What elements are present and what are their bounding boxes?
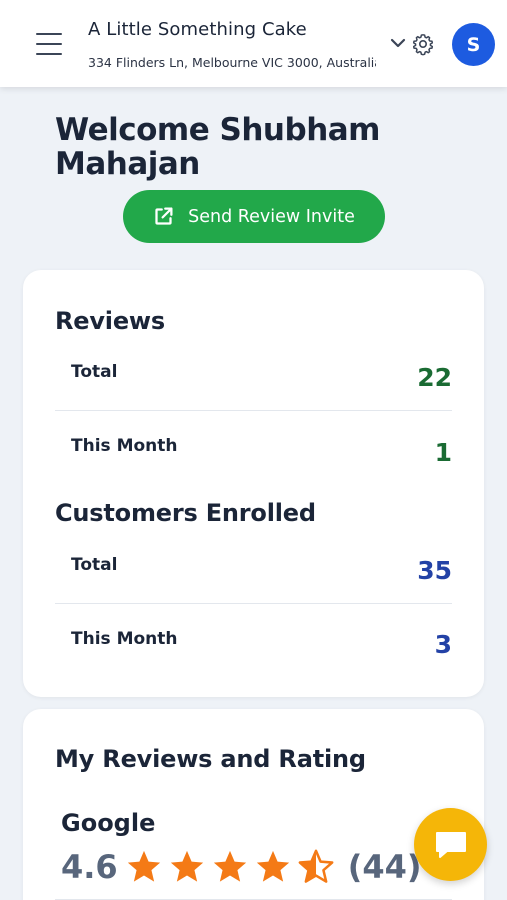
reviews-month-label: This Month	[71, 436, 178, 456]
customers-month-label: This Month	[71, 629, 178, 649]
star-rating	[124, 848, 336, 886]
reviews-total-label: Total	[71, 362, 118, 382]
business-name[interactable]: A Little Something Cake	[88, 19, 307, 40]
external-link-icon	[155, 207, 173, 225]
chat-icon	[435, 831, 466, 858]
app-header: A Little Something Cake 334 Flinders Ln,…	[0, 0, 507, 87]
customers-month-value: 3	[434, 630, 452, 659]
gear-icon[interactable]	[411, 32, 435, 56]
chat-button[interactable]	[414, 808, 487, 881]
divider	[55, 410, 452, 411]
chevron-down-icon[interactable]	[390, 36, 406, 50]
reviews-month-value: 1	[434, 438, 452, 467]
business-address: 334 Flinders Ln, Melbourne VIC 3000, Aus…	[88, 55, 376, 70]
customers-total-value: 35	[417, 556, 452, 585]
reviews-total-value: 22	[417, 363, 452, 392]
rating-row[interactable]: 4.6 (44)	[61, 847, 421, 887]
send-review-invite-button[interactable]: Send Review Invite	[123, 190, 385, 243]
platform-name: Google	[61, 809, 156, 837]
menu-icon[interactable]	[36, 33, 62, 55]
review-count: (44)	[347, 848, 422, 886]
stats-card: Reviews Total 22 This Month 1 Customers …	[23, 270, 484, 697]
divider	[55, 603, 452, 604]
customers-enrolled-title: Customers Enrolled	[55, 499, 316, 527]
send-review-invite-label: Send Review Invite	[188, 206, 355, 227]
rating-value: 4.6	[61, 848, 118, 886]
customers-total-label: Total	[71, 555, 118, 575]
star-half-icon	[298, 849, 334, 883]
star-icon	[127, 850, 160, 882]
ratings-title: My Reviews and Rating	[55, 745, 366, 773]
star-icon	[256, 850, 289, 882]
star-icon	[213, 850, 246, 882]
ratings-card: My Reviews and Rating Google 4.6 (44)	[23, 709, 484, 900]
star-icon	[170, 850, 203, 882]
reviews-title: Reviews	[55, 307, 165, 335]
avatar[interactable]: S	[452, 23, 495, 66]
welcome-heading: Welcome Shubham Mahajan	[55, 112, 380, 182]
